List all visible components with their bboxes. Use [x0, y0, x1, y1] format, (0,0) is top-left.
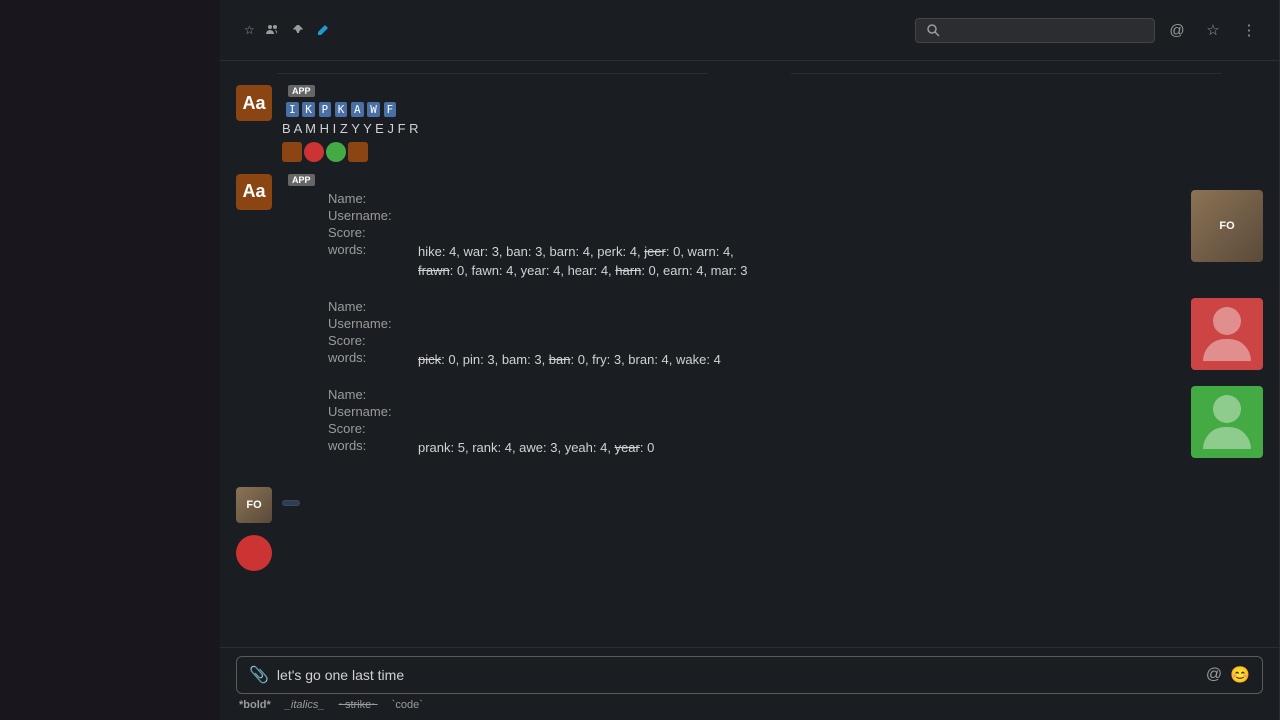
msg-header-2: APP — [282, 174, 1263, 186]
azemoh-avatar — [1191, 298, 1263, 370]
italic-btn[interactable]: _italics_ — [282, 698, 328, 712]
score-card-azemoh: Name: Username: Score: words: pick: 0, p… — [328, 298, 1263, 371]
main-area: ☆ @ ☆ — [220, 0, 1280, 720]
avatar-slackwords-2: Aa — [236, 174, 272, 210]
msg-content-2: APP Name: Username: Score: wor — [282, 174, 1263, 475]
at-icon[interactable]: @ — [1163, 16, 1191, 44]
message-4 — [236, 531, 1263, 575]
reply-avatar-2 — [304, 142, 324, 162]
format-bar: *bold* _italics_ ~strike~ `code` — [236, 694, 1263, 712]
search-box[interactable] — [915, 18, 1155, 43]
score-info-tejiri: Name: Username: Score: words: prank: 5, … — [328, 386, 1175, 459]
attachment-icon[interactable]: 📎 — [249, 665, 269, 685]
avatar-slackwords: Aa — [236, 85, 272, 121]
avatar-femi: FO — [236, 487, 272, 523]
star-icon[interactable]: ☆ — [1199, 16, 1227, 44]
reply-avatar-3 — [326, 142, 346, 162]
replies-bar[interactable] — [282, 142, 1263, 162]
reply-avatar-4 — [348, 142, 368, 162]
message-2: Aa APP Name: Username: — [236, 170, 1263, 479]
channel-star-icon[interactable]: ☆ — [244, 23, 255, 37]
reaction-1[interactable] — [282, 500, 300, 506]
date-divider — [236, 65, 1263, 81]
top-bar-icons: @ ☆ ⋮ — [1163, 16, 1263, 44]
message-3: FO — [236, 483, 1263, 527]
msg-header-1: APP — [282, 85, 1263, 97]
app-badge-1: APP — [288, 85, 315, 97]
score-info-azemoh: Name: Username: Score: words: pick: 0, p… — [328, 298, 1175, 371]
pinned-count — [292, 24, 307, 36]
message-1: Aa APP I K P K A W F — [236, 81, 1263, 166]
app-badge-2: APP — [288, 174, 315, 186]
femi-photo: FO — [1191, 190, 1263, 262]
msg-content-3 — [282, 487, 1263, 523]
msg-content-4 — [282, 535, 1263, 571]
tejiri-avatar — [1191, 386, 1263, 458]
left-sidebar — [0, 0, 220, 720]
search-input[interactable] — [946, 23, 1144, 38]
input-bar: 📎 @ 😊 *bold* _italics_ ~strike~ `code` — [220, 647, 1279, 720]
msg-text-1: I K P K A W F — [282, 99, 1263, 119]
input-container: 📎 @ 😊 — [236, 656, 1263, 694]
score-card-femi: Name: Username: Score: words: hike: 4, w… — [328, 190, 1263, 282]
msg-content-1: APP I K P K A W F B — [282, 85, 1263, 162]
add-topic-link[interactable] — [317, 24, 334, 36]
strike-btn[interactable]: ~strike~ — [336, 698, 381, 712]
more-icon[interactable]: ⋮ — [1235, 16, 1263, 44]
reply-avatars — [282, 142, 370, 162]
preformatted-btn[interactable] — [434, 704, 440, 706]
score-info-femi: Name: Username: Score: words: hike: 4, w… — [328, 190, 1175, 282]
top-bar: ☆ @ ☆ — [220, 0, 1279, 61]
score-cards: Name: Username: Score: words: hike: 4, w… — [328, 190, 1263, 459]
at-mention-icon[interactable]: @ — [1206, 666, 1222, 684]
message-input[interactable] — [277, 667, 1198, 683]
reaction-bar — [282, 491, 1263, 506]
channel-meta: ☆ — [244, 23, 334, 37]
search-icon — [926, 23, 940, 37]
code-btn[interactable]: `code` — [389, 698, 426, 712]
bold-btn[interactable]: *bold* — [236, 698, 274, 712]
avatar-thyk — [236, 535, 272, 571]
member-count — [265, 23, 282, 37]
reply-avatar-1 — [282, 142, 302, 162]
messages-area[interactable]: Aa APP I K P K A W F — [220, 61, 1279, 647]
score-card-tejiri: Name: Username: Score: words: prank: 5, … — [328, 386, 1263, 459]
emoji-icon[interactable]: 😊 — [1230, 665, 1250, 685]
